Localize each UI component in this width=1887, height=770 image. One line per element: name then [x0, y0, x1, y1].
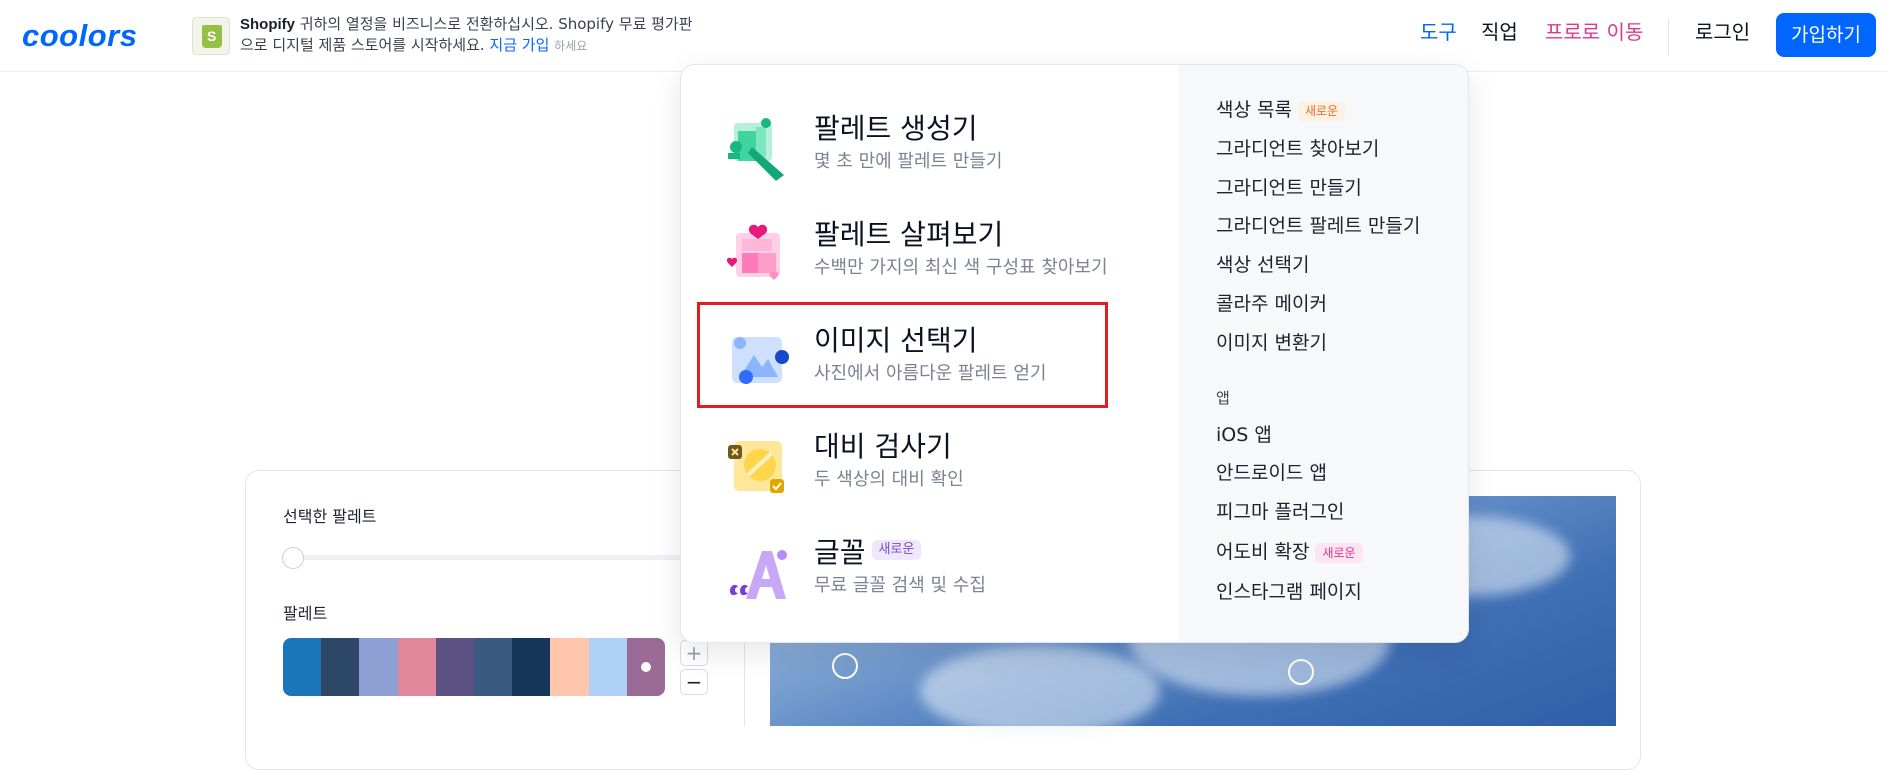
remove-color-button[interactable]: − [680, 669, 708, 695]
palette-swatch[interactable] [550, 638, 589, 696]
ad-brand: Shopify [240, 16, 295, 33]
palette-swatch[interactable] [588, 638, 627, 696]
ad-text-line2: 으로 디지털 제품 스토어를 시작하세요. [240, 36, 490, 54]
palette-swatch[interactable] [435, 638, 475, 696]
palette-swatch[interactable] [321, 638, 360, 696]
palette-stepper: + − [680, 640, 708, 696]
palette-swatch[interactable] [359, 638, 398, 696]
apps-heading: 앱 [1216, 389, 1230, 407]
link-adobe-extension[interactable]: 어도비 확장 새로운 [1216, 539, 1363, 565]
palette-swatch[interactable] [397, 638, 436, 696]
tool-subtitle: 몇 초 만에 팔레트 만들기 [814, 151, 1003, 172]
tool-palette-generator[interactable]: 팔레트 생성기 몇 초 만에 팔레트 만들기 [726, 109, 1146, 199]
palette-swatches [283, 638, 665, 696]
palette-generator-icon [728, 118, 784, 181]
slider-handle[interactable] [282, 547, 304, 569]
link-ios-app[interactable]: iOS 앱 [1216, 422, 1272, 448]
ad-cta-link[interactable]: 지금 가입 [489, 36, 549, 54]
tool-contrast-checker[interactable]: 대비 검사기 두 색상의 대비 확인 [726, 427, 1146, 517]
tool-subtitle: 무료 글꼴 검색 및 수집 [814, 575, 986, 596]
palette-label: 팔레트 [283, 604, 328, 623]
tool-subtitle: 수백만 가지의 최신 색 구성표 찾아보기 [814, 257, 1108, 278]
link-instagram-page[interactable]: 인스타그램 페이지 [1216, 579, 1362, 605]
new-badge: 새로운 [1315, 542, 1363, 563]
nav-jobs[interactable]: 직업 [1481, 18, 1518, 46]
link-image-converter[interactable]: 이미지 변환기 [1216, 330, 1327, 356]
nav-go-pro[interactable]: 프로로 이동 [1545, 18, 1643, 46]
contrast-checker-icon [728, 441, 784, 493]
shopify-bag-icon [192, 17, 230, 55]
link-make-gradient[interactable]: 그라디언트 만들기 [1216, 175, 1362, 201]
link-color-list[interactable]: 색상 목록 새로운 [1216, 97, 1346, 123]
link-figma-plugin[interactable]: 피그마 플러그인 [1216, 499, 1344, 525]
nav-divider [1668, 18, 1669, 56]
palette-swatch[interactable] [626, 638, 665, 696]
tool-title: 대비 검사기 [814, 430, 952, 463]
tool-fonts[interactable]: 글꼴 새로운 무료 글꼴 검색 및 수집 [726, 533, 1146, 623]
palette-swatch[interactable] [474, 638, 513, 696]
color-picker-handle[interactable] [1288, 659, 1314, 685]
link-gradient-palette[interactable]: 그라디언트 팔레트 만들기 [1216, 213, 1420, 239]
top-navbar: coolors Shopify 귀하의 열정을 비즈니스로 전환하십시오. Sh… [0, 0, 1887, 72]
color-picker-handle[interactable] [832, 653, 858, 679]
shopify-ad[interactable]: Shopify 귀하의 열정을 비즈니스로 전환하십시오. Shopify 무료… [192, 14, 732, 58]
active-swatch-dot [640, 662, 651, 672]
image-picker-highlight [697, 302, 1108, 408]
link-color-picker[interactable]: 색상 선택기 [1216, 252, 1309, 278]
ad-text: Shopify 귀하의 열정을 비즈니스로 전환하십시오. Shopify 무료… [240, 14, 740, 57]
tool-title: 글꼴 새로운 [814, 533, 922, 573]
new-badge: 새로운 [871, 540, 922, 560]
coolors-logo[interactable]: coolors [22, 18, 137, 54]
new-badge: 새로운 [1297, 100, 1346, 121]
palette-swatch[interactable] [512, 638, 551, 696]
fonts-icon [730, 550, 787, 599]
login-link[interactable]: 로그인 [1695, 18, 1750, 46]
nav-tools[interactable]: 도구 [1420, 18, 1457, 46]
selected-palette-label: 선택한 팔레트 [283, 507, 377, 526]
tool-title: 팔레트 생성기 [814, 112, 978, 145]
tool-title: 팔레트 살펴보기 [814, 218, 1004, 251]
link-collage-maker[interactable]: 콜라주 메이커 [1216, 291, 1327, 317]
signup-button[interactable]: 가입하기 [1776, 13, 1876, 57]
tool-subtitle: 두 색상의 대비 확인 [814, 469, 964, 490]
ad-small-text: 하세요 [554, 39, 588, 53]
link-android-app[interactable]: 안드로이드 앱 [1216, 460, 1327, 486]
link-explore-gradients[interactable]: 그라디언트 찾아보기 [1216, 136, 1379, 162]
tool-explore-palettes[interactable]: 팔레트 살펴보기 수백만 가지의 최신 색 구성표 찾아보기 [726, 215, 1146, 305]
palette-swatch[interactable] [283, 638, 322, 696]
explore-palettes-icon [726, 224, 780, 280]
add-color-button[interactable]: + [680, 640, 708, 666]
ad-text-line1: 귀하의 열정을 비즈니스로 전환하십시오. Shopify 무료 평가판 [295, 15, 693, 33]
dropdown-links-column: 색상 목록 새로운 그라디언트 찾아보기 그라디언트 만들기 그라디언트 팔레트 … [1178, 65, 1468, 642]
palette-size-slider[interactable] [292, 555, 692, 560]
